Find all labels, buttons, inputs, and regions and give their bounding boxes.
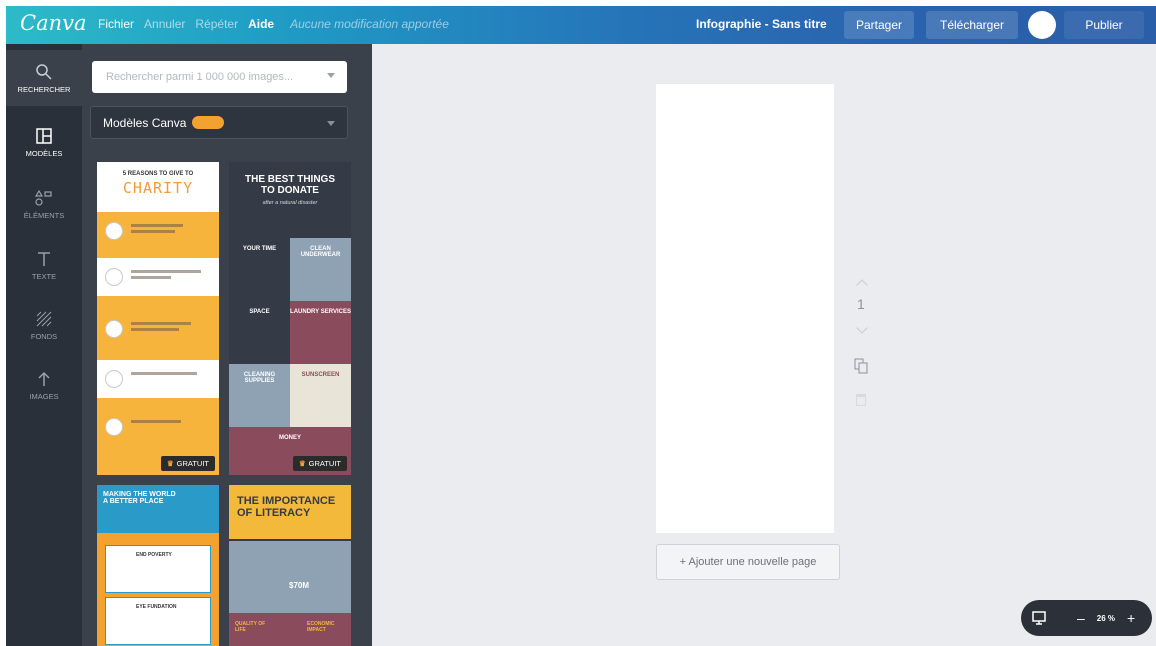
menu-help[interactable]: Aide	[248, 17, 274, 31]
share-button[interactable]: Partager	[844, 11, 914, 39]
chevron-up-icon[interactable]	[856, 279, 868, 291]
template-best-things[interactable]: THE BEST THINGS TO DONATE after a natura…	[229, 162, 351, 475]
template-literacy[interactable]: THE IMPORTANCE OF LITERACY $70M QUALITY …	[229, 485, 351, 646]
rail-templates[interactable]: Modèles	[6, 114, 82, 170]
template-cell: SUNSCREEN	[290, 364, 351, 427]
template-subtitle: 5 REASONS TO GIVE TO	[122, 171, 194, 177]
chevron-down-icon	[327, 121, 335, 126]
rail-text[interactable]: Texte	[6, 237, 82, 293]
add-page-button[interactable]: + Ajouter une nouvelle page	[656, 544, 840, 580]
menu-file[interactable]: Fichier	[98, 17, 134, 31]
template-box: END POVERTY	[105, 545, 211, 593]
zoom-out-button[interactable]: –	[1077, 610, 1085, 626]
rail-label: Fonds	[30, 331, 58, 341]
template-title: MAKING THE WORLD A BETTER PLACE	[97, 485, 219, 533]
select-label: Modèles Canva	[103, 115, 187, 130]
download-button[interactable]: Télécharger	[926, 11, 1018, 39]
rail-label: Images	[29, 391, 59, 401]
main-menu: Fichier Annuler Répéter Aide Aucune modi…	[98, 17, 449, 31]
template-row	[97, 310, 219, 348]
canva-editor: Canva Fichier Annuler Répéter Aide Aucun…	[6, 6, 1156, 646]
template-cell: LAUNDRY SERVICES	[290, 301, 351, 364]
template-stat-block: $70M	[229, 541, 351, 613]
rail-label: Modèles	[25, 148, 63, 158]
chevron-down-icon	[327, 73, 335, 78]
avatar[interactable]	[1028, 11, 1056, 39]
template-box: EYE FUNDATION	[105, 597, 211, 645]
template-better-world[interactable]: MAKING THE WORLD A BETTER PLACE END POVE…	[97, 485, 219, 646]
template-row	[97, 408, 219, 446]
text-icon	[38, 251, 50, 266]
template-row	[97, 360, 219, 398]
document-title[interactable]: Infographie - Sans titre	[696, 17, 827, 31]
side-rail: Rechercher Modèles Éléments Texte Fonds …	[6, 44, 82, 646]
copy-icon[interactable]	[854, 358, 868, 374]
rail-label: Rechercher	[17, 84, 71, 94]
template-title: THE BEST THINGS TO DONATE	[229, 174, 351, 196]
rail-label: Éléments	[23, 210, 65, 220]
template-header: 5 REASONS TO GIVE TO CHARITY	[97, 162, 219, 212]
search-icon	[36, 63, 52, 80]
zoom-in-button[interactable]: +	[1127, 610, 1135, 626]
shapes-icon	[35, 189, 52, 206]
design-page[interactable]	[656, 84, 834, 533]
crown-icon: ♛	[166, 459, 174, 468]
zoom-control: – 26 % +	[1021, 600, 1152, 636]
rail-elements[interactable]: Éléments	[6, 176, 82, 232]
texture-icon	[36, 311, 52, 326]
zoom-level: 26 %	[1096, 613, 1116, 623]
template-footer-right: ECONOMIC IMPACT	[307, 621, 335, 633]
templates-panel: Rechercher parmi 1 000 000 images... Mod…	[82, 44, 372, 646]
badge	[192, 116, 224, 129]
menu-undo[interactable]: Annuler	[144, 17, 185, 31]
template-cell: YOUR TIME	[229, 238, 290, 301]
template-title-line2: TO DONATE	[261, 185, 319, 196]
template-item: EYE FUNDATION	[136, 604, 177, 610]
template-title-line1: THE IMPORTANCE	[237, 495, 336, 507]
rail-label: Texte	[31, 271, 57, 281]
template-title-line1: MAKING THE WORLD	[103, 491, 176, 498]
page-number: 1	[857, 296, 865, 312]
template-title-line2: A BETTER PLACE	[103, 498, 164, 505]
publish-button[interactable]: Publier	[1064, 11, 1144, 39]
canva-logo[interactable]: Canva	[20, 11, 87, 35]
layout-icon	[36, 127, 52, 144]
top-bar: Canva Fichier Annuler Répéter Aide Aucun…	[6, 6, 1156, 44]
templates-select[interactable]: Modèles Canva	[90, 106, 348, 139]
menu-redo[interactable]: Répéter	[195, 17, 238, 31]
present-icon[interactable]	[1021, 600, 1057, 636]
template-title-line2: OF LITERACY	[237, 507, 311, 519]
rail-uploads[interactable]: Images	[6, 357, 82, 413]
template-cell: CLEAN UNDERWEAR	[290, 238, 351, 301]
template-title-line1: THE BEST THINGS	[244, 174, 335, 185]
template-cell: SPACE	[229, 301, 290, 364]
free-label: GRATUIT	[308, 459, 341, 468]
trash-icon[interactable]	[856, 394, 866, 406]
save-status: Aucune modification apportée	[290, 17, 449, 31]
chevron-down-icon[interactable]	[856, 322, 868, 334]
template-row	[97, 212, 219, 250]
template-cell: CLEANING SUPPLIES	[229, 364, 290, 427]
template-row	[97, 258, 219, 296]
template-footer-left: QUALITY OF LIFE	[235, 621, 266, 633]
rail-search[interactable]: Rechercher	[6, 50, 82, 106]
template-charity[interactable]: 5 REASONS TO GIVE TO CHARITY ♛ GRATUIT	[97, 162, 219, 475]
template-footer: QUALITY OF LIFE ECONOMIC IMPACT	[229, 613, 351, 646]
free-badge: ♛ GRATUIT	[160, 456, 215, 471]
free-badge: ♛ GRATUIT	[292, 456, 347, 471]
template-stat: $70M	[289, 581, 310, 590]
template-title: CHARITY	[122, 179, 194, 197]
template-title: THE IMPORTANCE OF LITERACY	[229, 485, 351, 539]
free-label: GRATUIT	[176, 459, 209, 468]
template-subtitle: after a natural disaster	[262, 200, 318, 206]
template-item: END POVERTY	[136, 552, 172, 558]
upload-arrow-icon	[38, 371, 50, 386]
search-placeholder: Rechercher parmi 1 000 000 images...	[106, 71, 294, 83]
rail-backgrounds[interactable]: Fonds	[6, 297, 82, 353]
image-search-input[interactable]: Rechercher parmi 1 000 000 images...	[92, 61, 347, 93]
crown-icon: ♛	[298, 459, 306, 468]
